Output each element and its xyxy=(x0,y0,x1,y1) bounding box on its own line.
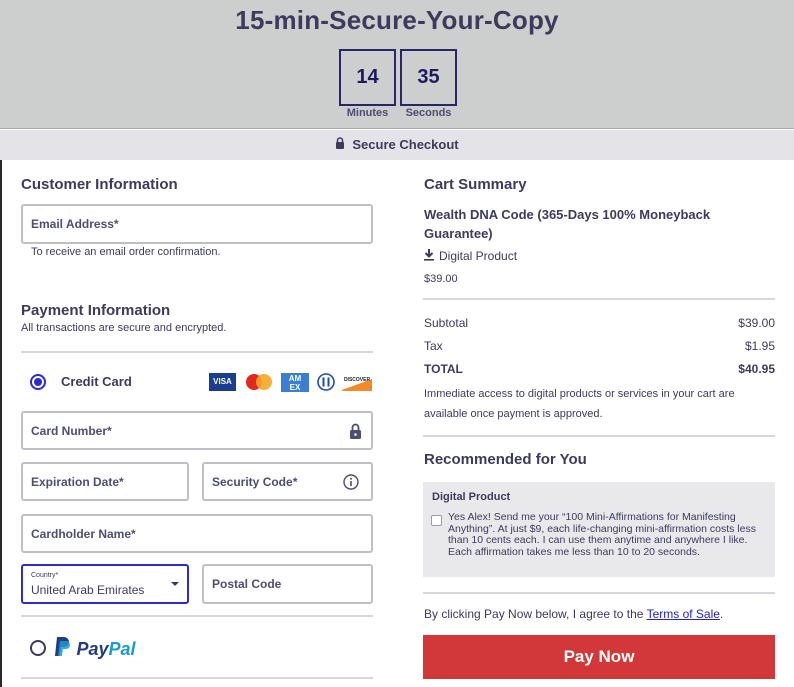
subtotal-label: Subtotal xyxy=(424,316,469,330)
card-number-field[interactable]: Card Number* xyxy=(21,411,373,450)
total-row: TOTAL $40.95 xyxy=(424,362,775,376)
subtotal-value: $39.00 xyxy=(738,316,775,330)
recommended-heading: Recommended for You xyxy=(424,451,587,468)
visa-icon: VISA xyxy=(209,373,236,391)
product-type: Digital Product xyxy=(424,249,517,264)
divider xyxy=(423,592,775,594)
security-code-field[interactable]: Security Code* xyxy=(202,462,373,501)
offer-checkbox[interactable] xyxy=(431,515,442,526)
divider xyxy=(21,677,373,679)
countdown-title: 15-min-Secure-Your-Copy xyxy=(235,5,559,35)
country-label: Country* xyxy=(31,572,59,579)
paypal-pay-text: Pay xyxy=(76,639,109,659)
divider xyxy=(21,615,373,617)
divider xyxy=(423,435,775,437)
paypal-radio[interactable] xyxy=(30,640,46,656)
payment-info-heading: Payment Information xyxy=(21,302,171,319)
lock-icon xyxy=(335,130,345,159)
product-type-label: Digital Product xyxy=(439,249,518,263)
expiration-date-label: Expiration Date* xyxy=(31,474,124,489)
tax-row: Tax $1.95 xyxy=(424,339,775,353)
paypal-icon xyxy=(53,636,72,663)
minutes-label: Minutes xyxy=(346,107,389,119)
postal-code-field[interactable]: Postal Code xyxy=(202,564,373,604)
credit-card-label: Credit Card xyxy=(61,374,132,389)
product-name: Wealth DNA Code (365-Days 100% Moneyback… xyxy=(424,207,711,241)
tax-value: $1.95 xyxy=(744,339,775,353)
info-icon[interactable] xyxy=(343,474,359,495)
access-notice: Immediate access to digital products or … xyxy=(424,388,735,420)
seconds-label: Seconds xyxy=(405,107,452,119)
payment-subtext: All transactions are secure and encrypte… xyxy=(21,322,227,334)
mastercard-icon xyxy=(245,374,273,390)
email-label: Email Address* xyxy=(31,217,119,231)
paypal-pal-text: Pal xyxy=(108,639,136,659)
cart-summary-heading: Cart Summary xyxy=(424,176,527,193)
recommended-offer-box: Digital Product Yes Alex! Send me your “… xyxy=(423,482,775,577)
page-left-edge xyxy=(0,160,2,687)
cardholder-name-label: Cardholder Name* xyxy=(31,526,136,541)
offer-text: Yes Alex! Send me your “100 Mini-Affirma… xyxy=(448,511,756,558)
security-code-label: Security Code* xyxy=(212,474,298,489)
product-price: $39.00 xyxy=(424,273,458,285)
amex-icon: AM EX xyxy=(281,373,309,392)
expiration-date-field[interactable]: Expiration Date* xyxy=(21,462,189,501)
lock-icon xyxy=(349,423,362,444)
download-icon xyxy=(424,249,434,264)
divider xyxy=(21,351,373,353)
countdown-header: 15-min-Secure-Your-Copy 14 35 Minutes Se… xyxy=(0,0,794,129)
divider xyxy=(423,298,775,300)
pay-now-button[interactable]: Pay Now xyxy=(423,635,775,679)
total-label: TOTAL xyxy=(424,362,463,376)
terms-text: By clicking Pay Now below, I agree to th… xyxy=(424,607,723,621)
chevron-down-icon xyxy=(171,582,179,586)
terms-of-sale-link[interactable]: Terms of Sale xyxy=(647,607,720,621)
customer-info-heading: Customer Information xyxy=(21,176,178,193)
country-select[interactable]: Country* United Arab Emirates xyxy=(21,564,189,604)
postal-code-label: Postal Code xyxy=(212,577,282,591)
secure-checkout-bar: Secure Checkout xyxy=(0,130,794,160)
diners-club-icon xyxy=(317,373,335,391)
secure-checkout-label: Secure Checkout xyxy=(352,137,459,152)
discover-icon: DISCOVER xyxy=(342,375,372,391)
country-value: United Arab Emirates xyxy=(31,583,145,597)
offer-type: Digital Product xyxy=(432,491,511,503)
subtotal-row: Subtotal $39.00 xyxy=(424,316,775,330)
paypal-logo[interactable]: PayPal xyxy=(53,636,136,663)
card-number-label: Card Number* xyxy=(31,423,112,438)
credit-card-radio[interactable] xyxy=(30,374,46,390)
terms-suffix: . xyxy=(719,607,724,621)
email-field[interactable]: Email Address* xyxy=(21,204,373,244)
cardholder-name-field[interactable]: Cardholder Name* xyxy=(21,514,373,553)
seconds-box: 35 xyxy=(400,49,457,106)
total-value: $40.95 xyxy=(738,362,775,376)
terms-prefix: By clicking Pay Now below, I agree to th… xyxy=(424,607,647,621)
tax-label: Tax xyxy=(424,339,443,353)
email-hint: To receive an email order confirmation. xyxy=(31,246,221,258)
minutes-box: 14 xyxy=(339,49,396,106)
